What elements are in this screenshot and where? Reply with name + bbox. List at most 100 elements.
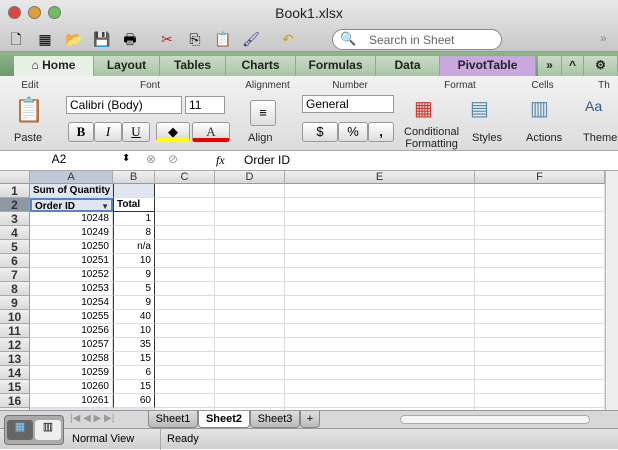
cell[interactable]	[155, 268, 215, 282]
tab-layout[interactable]: Layout	[94, 56, 160, 76]
row-header[interactable]: 9	[0, 296, 30, 310]
themes-button[interactable]: Themes	[583, 132, 618, 144]
page-layout-view-icon[interactable]: ▥	[35, 420, 61, 440]
cell[interactable]	[475, 380, 605, 394]
percent-button[interactable]: %	[338, 122, 368, 142]
cell[interactable]	[285, 212, 475, 226]
cell[interactable]	[285, 226, 475, 240]
cell[interactable]: 1	[113, 212, 155, 226]
cell[interactable]	[475, 240, 605, 254]
cell[interactable]: 10	[113, 254, 155, 268]
cell[interactable]	[475, 212, 605, 226]
font-color-button[interactable]: A	[192, 122, 230, 142]
font-name-select[interactable]: Calibri (Body)	[66, 96, 182, 114]
cell[interactable]: 10261	[30, 394, 113, 408]
cell[interactable]	[155, 254, 215, 268]
align-button[interactable]: Align	[248, 132, 272, 144]
cell[interactable]: 10257	[30, 338, 113, 352]
cell[interactable]	[285, 310, 475, 324]
cell[interactable]	[155, 380, 215, 394]
cell[interactable]	[475, 184, 605, 198]
cell[interactable]	[155, 366, 215, 380]
sheet-tab-sheet1[interactable]: Sheet1	[148, 411, 198, 428]
cell[interactable]: 10260	[30, 380, 113, 394]
column-header-f[interactable]: F	[475, 171, 605, 184]
font-size-select[interactable]: 11	[185, 96, 225, 114]
cell[interactable]	[113, 184, 155, 198]
sheet-tab-sheet2[interactable]: Sheet2	[198, 411, 250, 428]
collapse-ribbon-icon[interactable]: ^	[562, 56, 584, 76]
function-icon[interactable]: fx	[216, 153, 225, 168]
cell[interactable]	[285, 240, 475, 254]
vertical-scrollbar[interactable]	[605, 171, 618, 410]
sheet-tab-sheet3[interactable]: Sheet3	[250, 411, 300, 428]
cell[interactable]: Total	[113, 198, 155, 212]
actions-icon[interactable]: ▥	[530, 96, 549, 121]
row-header[interactable]: 12	[0, 338, 30, 352]
add-sheet-button[interactable]: +	[300, 411, 320, 428]
cell[interactable]	[155, 352, 215, 366]
cell[interactable]	[215, 268, 285, 282]
cell[interactable]	[155, 338, 215, 352]
cell[interactable]	[215, 198, 285, 212]
cell[interactable]	[215, 338, 285, 352]
print-icon[interactable]: 🖶	[120, 30, 140, 48]
column-header-a[interactable]: A	[30, 171, 113, 184]
cell[interactable]	[475, 226, 605, 240]
cell[interactable]	[285, 282, 475, 296]
name-box-dropdown-icon[interactable]: ⬍	[122, 153, 130, 164]
tab-formulas[interactable]: Formulas	[296, 56, 376, 76]
paste-icon[interactable]: 📋	[213, 30, 233, 48]
cell[interactable]	[215, 226, 285, 240]
cell[interactable]: Order ID ▼	[30, 198, 113, 212]
column-header-d[interactable]: D	[215, 171, 285, 184]
cell[interactable]	[155, 184, 215, 198]
tab-home[interactable]: ⌂ Home	[14, 56, 94, 76]
cell[interactable]	[285, 268, 475, 282]
gallery-icon[interactable]: ▦	[35, 30, 55, 48]
confirm-icon[interactable]: ⊘	[168, 152, 178, 166]
cell[interactable]	[215, 394, 285, 408]
cell[interactable]	[155, 240, 215, 254]
cell[interactable]: 9	[113, 296, 155, 310]
cell[interactable]	[285, 352, 475, 366]
undo-icon[interactable]: ↶	[278, 30, 298, 48]
cell[interactable]	[155, 282, 215, 296]
tab-data[interactable]: Data	[376, 56, 440, 76]
spreadsheet-grid[interactable]: A B C D E F 1 Sum of Quantity 2 Order ID ▼ To…	[0, 171, 605, 410]
conditional-formatting-icon[interactable]: ▦	[414, 96, 433, 121]
cell[interactable]: 10	[113, 324, 155, 338]
cell[interactable]	[285, 338, 475, 352]
horizontal-scrollbar[interactable]	[400, 415, 590, 424]
cell[interactable]: 10249	[30, 226, 113, 240]
cut-icon[interactable]: ✂	[157, 30, 177, 48]
cell[interactable]: Sum of Quantity	[30, 184, 113, 198]
cell[interactable]: 10254	[30, 296, 113, 310]
comma-button[interactable]: ,	[368, 122, 394, 142]
column-header-e[interactable]: E	[285, 171, 475, 184]
sheet-navigation-arrows[interactable]: |◀ ◀ ▶ ▶|	[70, 413, 114, 424]
paste-button[interactable]: Paste	[14, 132, 42, 144]
more-tabs-icon[interactable]: »	[538, 56, 562, 76]
cell[interactable]: 60	[113, 394, 155, 408]
cell[interactable]	[155, 198, 215, 212]
row-header[interactable]: 7	[0, 268, 30, 282]
cell[interactable]	[215, 352, 285, 366]
cell[interactable]	[475, 394, 605, 408]
cell[interactable]	[475, 296, 605, 310]
cell[interactable]	[475, 352, 605, 366]
row-header[interactable]: 4	[0, 226, 30, 240]
cell[interactable]	[155, 212, 215, 226]
cell[interactable]	[155, 296, 215, 310]
cell[interactable]	[215, 380, 285, 394]
column-header-c[interactable]: C	[155, 171, 215, 184]
gear-icon[interactable]: ⚙	[584, 56, 618, 76]
cell[interactable]	[215, 366, 285, 380]
cell[interactable]	[215, 310, 285, 324]
row-header[interactable]: 6	[0, 254, 30, 268]
styles-icon[interactable]: ▤	[470, 96, 489, 121]
cell[interactable]: 10248	[30, 212, 113, 226]
name-box[interactable]: A2	[0, 152, 118, 166]
cell[interactable]	[215, 184, 285, 198]
row-header[interactable]: 15	[0, 380, 30, 394]
